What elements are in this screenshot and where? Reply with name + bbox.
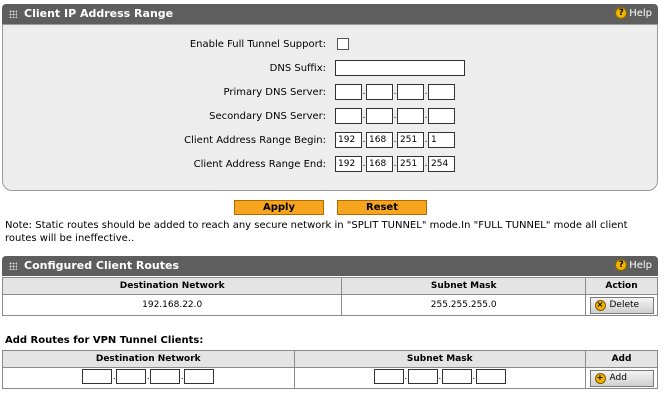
primary-dns-ip: . . . bbox=[335, 84, 455, 100]
subnet-mask-input: . . . bbox=[373, 369, 506, 385]
primary-dns-octet-1[interactable] bbox=[335, 84, 362, 100]
grip-icon bbox=[9, 10, 17, 18]
add-routes-title: Add Routes for VPN Tunnel Clients: bbox=[5, 335, 204, 346]
range-end-octet-1[interactable]: 192 bbox=[335, 156, 362, 172]
split-tunnel-note: Note: Static routes should be added to r… bbox=[5, 220, 628, 244]
secondary-dns-octet-1[interactable] bbox=[335, 108, 362, 124]
full-tunnel-row: Enable Full Tunnel Support: bbox=[3, 36, 657, 54]
configured-routes-header: Configured Client Routes ? Help bbox=[2, 256, 658, 276]
panel-title: Configured Client Routes bbox=[24, 259, 180, 272]
primary-dns-octet-2[interactable] bbox=[366, 84, 393, 100]
help-label: Help bbox=[629, 7, 652, 19]
add-label: Add bbox=[609, 373, 627, 383]
column-add: Add bbox=[585, 350, 658, 368]
range-end-octet-3[interactable]: 251 bbox=[397, 156, 424, 172]
reset-button[interactable]: Reset bbox=[337, 200, 427, 215]
primary-dns-label: Primary DNS Server: bbox=[223, 87, 326, 98]
client-ip-range-header: Client IP Address Range ? Help bbox=[2, 4, 658, 24]
mask-octet-2[interactable] bbox=[407, 369, 438, 385]
add-button[interactable]: + Add bbox=[589, 369, 654, 387]
range-begin-octet-2[interactable]: 168 bbox=[366, 132, 393, 148]
column-destination: Destination Network bbox=[2, 350, 295, 368]
configured-routes-table: Destination Network Subnet Mask Action 1… bbox=[1, 277, 658, 316]
column-action: Action bbox=[585, 277, 658, 295]
route-subnet-mask: 255.255.255.0 bbox=[341, 294, 586, 316]
column-subnet-mask: Subnet Mask bbox=[341, 277, 586, 295]
full-tunnel-label: Enable Full Tunnel Support: bbox=[189, 39, 326, 50]
mask-octet-3[interactable] bbox=[441, 369, 472, 385]
dns-suffix-row: DNS Suffix: bbox=[3, 60, 657, 78]
secondary-dns-ip: . . . bbox=[335, 108, 455, 124]
primary-dns-octet-4[interactable] bbox=[428, 84, 455, 100]
route-destination: 192.168.22.0 bbox=[1, 294, 343, 316]
destination-octet-2[interactable] bbox=[116, 369, 147, 385]
destination-octet-3[interactable] bbox=[150, 369, 181, 385]
apply-button[interactable]: Apply bbox=[234, 200, 324, 215]
add-routes-table: Destination Network Subnet Mask Add . . … bbox=[2, 350, 658, 389]
range-begin-octet-4[interactable]: 1 bbox=[428, 132, 455, 148]
range-begin-row: Client Address Range Begin: 192. 168. 25… bbox=[3, 132, 657, 150]
range-end-octet-4[interactable]: 254 bbox=[428, 156, 455, 172]
delete-label: Delete bbox=[609, 300, 640, 310]
column-subnet-mask: Subnet Mask bbox=[293, 350, 586, 368]
primary-dns-row: Primary DNS Server: . . . bbox=[3, 84, 657, 102]
secondary-dns-octet-2[interactable] bbox=[366, 108, 393, 124]
help-label: Help bbox=[629, 259, 652, 271]
dns-suffix-label: DNS Suffix: bbox=[269, 63, 326, 74]
table-row: 192.168.22.0 255.255.255.0 × Delete bbox=[1, 294, 658, 316]
primary-dns-octet-3[interactable] bbox=[397, 84, 424, 100]
range-begin-octet-1[interactable]: 192 bbox=[335, 132, 362, 148]
panel-title: Client IP Address Range bbox=[24, 7, 174, 20]
column-destination: Destination Network bbox=[1, 277, 343, 295]
destination-octet-1[interactable] bbox=[82, 369, 113, 385]
delete-icon: × bbox=[594, 299, 606, 311]
mask-octet-4[interactable] bbox=[475, 369, 506, 385]
destination-network-input: . . . bbox=[82, 369, 215, 385]
destination-octet-4[interactable] bbox=[184, 369, 215, 385]
secondary-dns-octet-3[interactable] bbox=[397, 108, 424, 124]
secondary-dns-row: Secondary DNS Server: . . . bbox=[3, 108, 657, 126]
range-begin-ip: 192. 168. 251. 1 bbox=[335, 132, 455, 148]
range-end-row: Client Address Range End: 192. 168. 251.… bbox=[3, 156, 657, 174]
mask-octet-1[interactable] bbox=[373, 369, 404, 385]
range-end-octet-2[interactable]: 168 bbox=[366, 156, 393, 172]
help-link[interactable]: ? Help bbox=[615, 7, 652, 19]
client-ip-range-form: Enable Full Tunnel Support: DNS Suffix: … bbox=[2, 24, 658, 191]
grip-icon bbox=[9, 262, 17, 270]
delete-button[interactable]: × Delete bbox=[589, 296, 654, 314]
table-header-row: Destination Network Subnet Mask Action bbox=[1, 277, 658, 295]
help-icon: ? bbox=[615, 259, 628, 271]
range-begin-octet-3[interactable]: 251 bbox=[397, 132, 424, 148]
help-link[interactable]: ? Help bbox=[615, 259, 652, 271]
table-header-row: Destination Network Subnet Mask Add bbox=[2, 350, 658, 368]
full-tunnel-checkbox[interactable] bbox=[337, 38, 349, 50]
help-icon: ? bbox=[615, 7, 628, 19]
range-end-label: Client Address Range End: bbox=[193, 159, 326, 170]
range-begin-label: Client Address Range Begin: bbox=[184, 135, 326, 146]
table-row: . . . . . . + Add bbox=[2, 367, 658, 389]
dns-suffix-input[interactable] bbox=[335, 60, 465, 76]
add-icon: + bbox=[594, 372, 606, 384]
range-end-ip: 192. 168. 251. 254 bbox=[335, 156, 455, 172]
secondary-dns-label: Secondary DNS Server: bbox=[209, 111, 326, 122]
secondary-dns-octet-4[interactable] bbox=[428, 108, 455, 124]
